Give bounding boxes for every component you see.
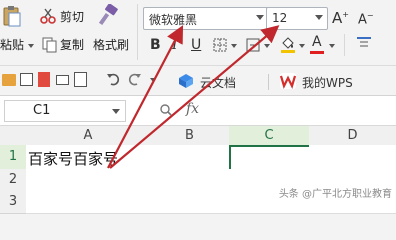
redo-icon[interactable] xyxy=(128,72,142,86)
ribbon-divider xyxy=(137,4,138,60)
chevron-down-icon[interactable] xyxy=(256,15,264,20)
cloud-cube-icon xyxy=(179,74,193,88)
tab-my-wps-label[interactable]: 我的WPS xyxy=(302,74,353,91)
font-name-combo[interactable]: 微软雅黑 xyxy=(143,7,269,30)
paste-label[interactable]: 粘贴 xyxy=(0,38,24,52)
chevron-down-icon[interactable] xyxy=(231,44,237,48)
cell-b2[interactable] xyxy=(150,169,230,192)
print-preview-icon[interactable] xyxy=(74,72,87,87)
scissors-icon[interactable] xyxy=(40,8,56,24)
align-top-icon[interactable] xyxy=(356,36,372,52)
chevron-down-icon[interactable] xyxy=(264,44,270,48)
cell-b3[interactable] xyxy=(150,191,230,214)
cell-a2[interactable] xyxy=(26,169,151,192)
column-header-c[interactable]: C xyxy=(229,126,310,147)
insert-function-button[interactable]: fx xyxy=(186,101,199,117)
ribbon-divider xyxy=(344,34,345,56)
quick-access-toolbar: 云文档 我的WPS xyxy=(0,66,396,96)
cell-a3[interactable] xyxy=(26,191,151,214)
cell-a1-text: 百家号百家号 xyxy=(28,150,119,168)
font-size-value[interactable]: 12 xyxy=(272,11,287,25)
print-icon[interactable] xyxy=(56,75,69,85)
grow-font-button[interactable]: A+ xyxy=(332,9,349,27)
shrink-font-letter: A xyxy=(358,12,367,28)
format-painter-button[interactable]: 格式刷 xyxy=(93,38,129,52)
column-header-d[interactable]: D xyxy=(309,126,396,146)
chevron-down-icon[interactable] xyxy=(112,109,120,114)
cut-button[interactable]: 剪切 xyxy=(60,10,84,24)
font-name-value[interactable]: 微软雅黑 xyxy=(149,11,197,28)
font-color-button[interactable]: A xyxy=(312,34,322,50)
row-header-3[interactable]: 3 xyxy=(0,191,27,214)
fill-color-icon[interactable] xyxy=(280,36,296,54)
row-header-1[interactable]: 1 xyxy=(0,145,28,170)
chevron-down-icon[interactable] xyxy=(329,44,335,48)
formula-zoom-icon[interactable] xyxy=(160,104,172,116)
chevron-down-icon[interactable] xyxy=(150,78,156,82)
underline-button[interactable]: U xyxy=(191,37,201,53)
border-icon[interactable] xyxy=(213,38,227,52)
font-size-combo[interactable]: 12 xyxy=(266,7,328,30)
copy-icon[interactable] xyxy=(42,37,58,53)
save-icon[interactable] xyxy=(20,73,33,86)
name-box[interactable]: C1 xyxy=(4,100,126,122)
name-box-value[interactable]: C1 xyxy=(33,103,50,118)
bold-button[interactable]: B xyxy=(150,37,161,53)
watermark-text: 头条 @广平北方职业教育 xyxy=(278,189,392,200)
formula-bar: C1 fx xyxy=(0,96,396,126)
tab-my-wps[interactable]: 我的WPS xyxy=(278,70,388,92)
copy-button[interactable]: 复制 xyxy=(60,38,84,52)
spreadsheet-grid: A B C D 1 2 3 百家号百家号 头条 @广平北方职业教育 xyxy=(0,126,396,214)
shrink-font-button[interactable]: A− xyxy=(358,11,374,27)
cell-a1[interactable]: 百家号百家号 xyxy=(26,145,151,170)
column-header-a[interactable]: A xyxy=(26,126,151,146)
tab-cloud-doc[interactable]: 云文档 xyxy=(176,70,256,92)
chevron-down-icon[interactable] xyxy=(299,44,305,48)
italic-button[interactable]: I xyxy=(172,37,178,53)
cell-b1[interactable] xyxy=(150,145,230,170)
undo-icon[interactable] xyxy=(106,72,120,86)
merge-cells-icon[interactable] xyxy=(246,38,260,52)
tab-cloud-doc-label[interactable]: 云文档 xyxy=(200,74,236,91)
row-header-2[interactable]: 2 xyxy=(0,169,27,192)
select-all-corner[interactable] xyxy=(0,126,27,146)
cell-d1[interactable] xyxy=(309,145,396,170)
format-painter-icon[interactable] xyxy=(96,3,120,28)
font-color-bar xyxy=(310,51,324,54)
column-header-b[interactable]: B xyxy=(150,126,230,146)
ribbon: 粘贴 剪切 复制 格式刷 微软雅黑 12 A+ A− B I U A xyxy=(0,0,396,66)
pdf-icon[interactable] xyxy=(38,72,50,87)
paste-icon[interactable] xyxy=(2,5,22,27)
grow-font-letter: A xyxy=(332,9,343,27)
paste-dropdown-icon[interactable] xyxy=(28,44,34,48)
tab-divider xyxy=(268,74,269,90)
folder-icon[interactable] xyxy=(2,74,16,86)
wps-logo-icon xyxy=(280,73,296,89)
chevron-down-icon[interactable] xyxy=(315,15,323,20)
